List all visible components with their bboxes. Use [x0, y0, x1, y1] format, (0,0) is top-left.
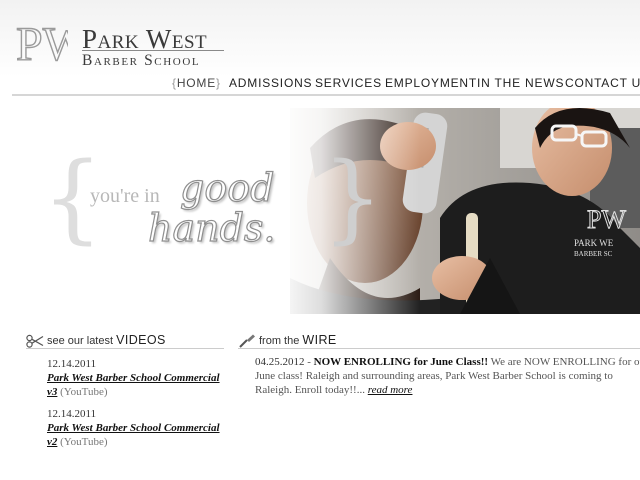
wire-separator: -: [304, 356, 314, 368]
main-nav: {HOME} ADMISSIONS SERVICES EMPLOYMENT IN…: [0, 74, 640, 92]
video-source: (YouTube): [60, 436, 108, 448]
hero-tagline-small: you're in: [90, 185, 160, 207]
nav-item-contact-us[interactable]: CONTACT US: [565, 74, 640, 92]
nav-item-employment[interactable]: EMPLOYMENT: [385, 74, 477, 92]
hero-tagline-hands: hands.: [147, 205, 276, 250]
svg-text:PARK WE: PARK WE: [574, 238, 614, 248]
wire-divider: [238, 348, 640, 349]
nav-item-home[interactable]: {HOME}: [172, 74, 221, 92]
svg-text:BARBER SC: BARBER SC: [574, 250, 613, 258]
nav-divider: [12, 94, 640, 96]
video-source: (YouTube): [60, 386, 108, 398]
straight-razor-icon: [239, 334, 255, 348]
video-date: 12.14.2011: [47, 358, 97, 370]
nav-item-label: HOME: [176, 76, 217, 90]
nav-item-in-the-news[interactable]: IN THE NEWS: [477, 74, 564, 92]
svg-text:PW: PW: [16, 18, 68, 71]
wire-news-item: 04.25.2012 - NOW ENROLLING for June Clas…: [255, 355, 640, 397]
hero-brace-right: }: [322, 142, 384, 254]
wire-title: NOW ENROLLING for June Class!!: [313, 356, 489, 368]
videos-heading-prefix: see our latest: [47, 335, 114, 347]
video-date: 12.14.2011: [47, 408, 97, 420]
wire-date: 04.25.2012: [255, 356, 305, 368]
nav-item-admissions[interactable]: ADMISSIONS: [229, 74, 312, 92]
nav-item-services[interactable]: SERVICES: [315, 74, 382, 92]
hero-tagline-good: good: [179, 165, 275, 210]
video-item: 12.14.2011 Park West Barber School Comme…: [47, 407, 227, 449]
hero-banner: PW PARK WE BARBER SC { } you're in good …: [0, 108, 640, 314]
videos-divider: [26, 348, 224, 349]
logo-rule: [82, 50, 224, 51]
site-logo[interactable]: PW Park West Barber School: [10, 14, 230, 76]
logo-subtitle: Barber School: [82, 52, 201, 69]
wire-heading-prefix: from the: [259, 335, 300, 347]
svg-text:PW: PW: [587, 205, 626, 234]
videos-heading-main: VIDEOS: [116, 333, 166, 347]
scissors-icon: [26, 334, 44, 348]
video-item: 12.14.2011 Park West Barber School Comme…: [47, 357, 227, 399]
read-more-link[interactable]: read more: [368, 384, 413, 396]
pw-monogram-icon: PW: [15, 17, 68, 71]
wire-heading-main: WIRE: [302, 333, 337, 347]
nav-active-brace-close: }: [216, 76, 221, 90]
